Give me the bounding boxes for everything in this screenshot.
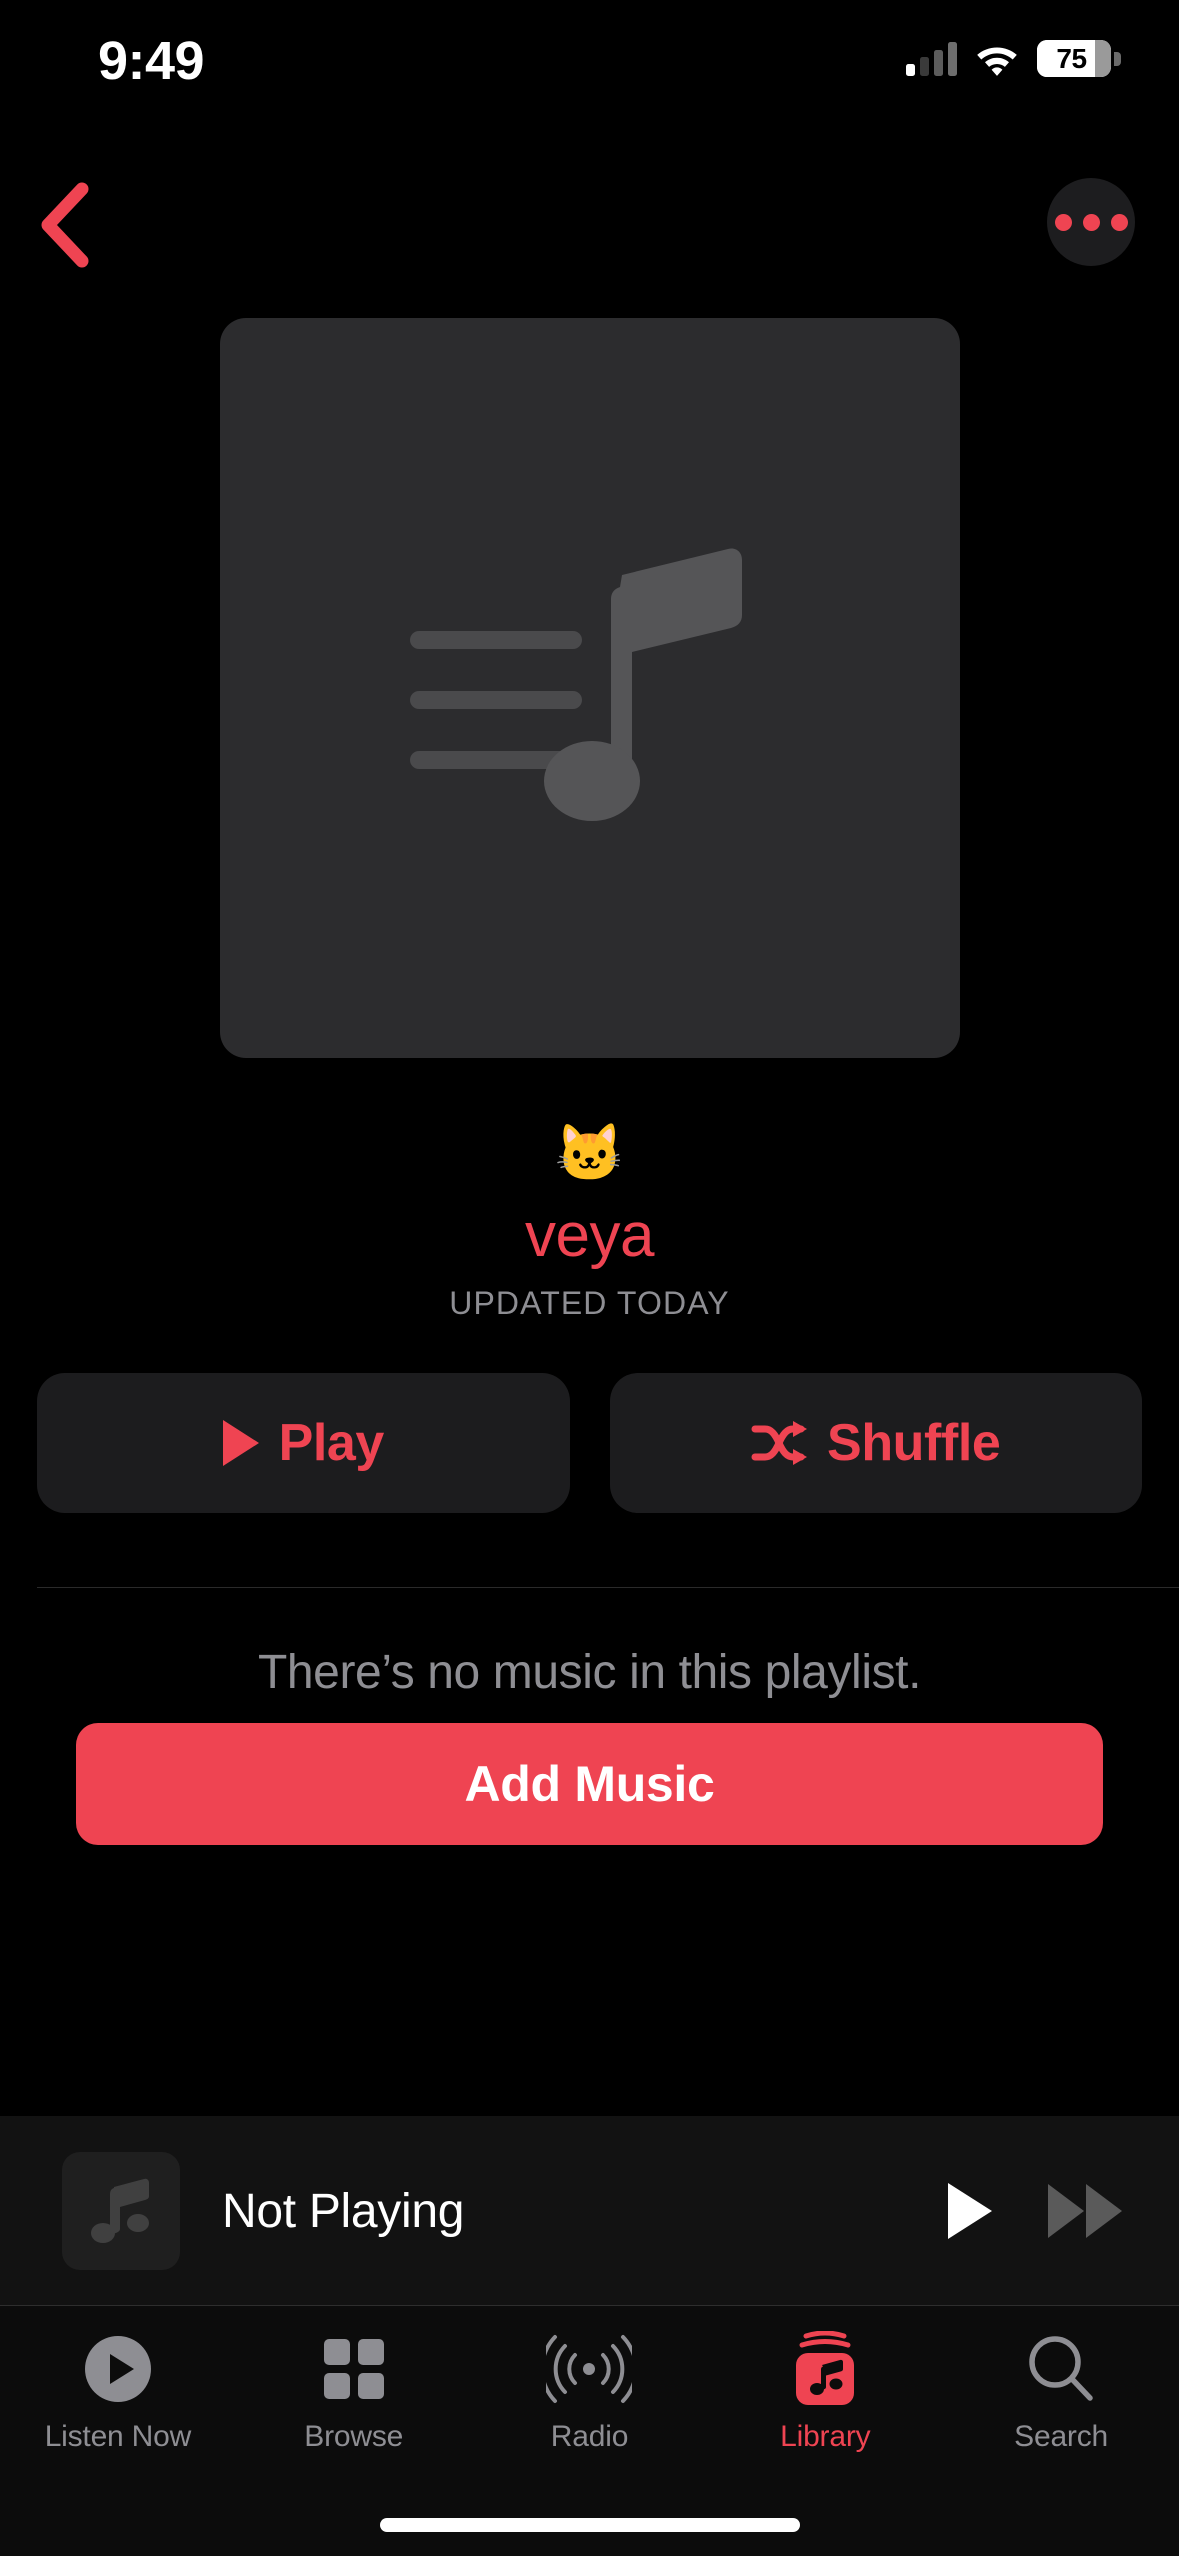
tab-label: Browse <box>304 2420 404 2453</box>
ellipsis-dot <box>1110 213 1128 231</box>
grid-squares-icon <box>322 2330 386 2408</box>
empty-playlist-message: There’s no music in this playlist. <box>257 1646 922 1699</box>
tab-label: Radio <box>550 2420 629 2453</box>
mini-player-forward-button[interactable] <box>1025 2156 1145 2266</box>
more-options-button[interactable] <box>1047 178 1135 266</box>
status-bar-time: 9:49 <box>98 31 205 91</box>
app-screen: 9:49 75 🐱 veya UPDATED TODAY Play Shuffl… <box>0 0 1179 2556</box>
tab-listen-now[interactable]: Listen Now <box>0 2306 236 2476</box>
playlist-updated-label: UPDATED TODAY <box>449 1285 730 1321</box>
mini-player-play-button[interactable] <box>915 2156 1025 2266</box>
tab-label: Search <box>1014 2420 1109 2453</box>
tab-label: Listen Now <box>44 2420 192 2453</box>
play-button[interactable]: Play <box>37 1373 570 1513</box>
playlist-emoji: 🐱 <box>554 1121 625 1184</box>
playlist-music-note-icon <box>410 548 742 821</box>
cellular-bars-icon <box>906 41 957 76</box>
section-divider <box>37 1587 1179 1588</box>
play-circle-icon <box>82 2330 154 2408</box>
mini-player[interactable]: Not Playing <box>0 2116 1179 2306</box>
mini-player-title: Not Playing <box>222 2184 465 2238</box>
magnifier-icon <box>1026 2330 1096 2408</box>
tab-library[interactable]: Library <box>707 2306 943 2476</box>
navigation-bar <box>0 160 1179 300</box>
chevron-left-icon <box>41 182 89 268</box>
radio-waves-icon <box>546 2330 633 2408</box>
tab-label: Library <box>780 2420 871 2453</box>
music-note-icon <box>91 2178 149 2243</box>
battery-icon: 75 <box>1037 40 1121 77</box>
ellipsis-dot <box>1054 213 1072 231</box>
tab-radio[interactable]: Radio <box>472 2306 708 2476</box>
status-bar-indicators: 75 <box>906 40 1121 77</box>
back-button[interactable] <box>10 160 120 290</box>
tab-browse[interactable]: Browse <box>236 2306 472 2476</box>
add-music-button[interactable]: Add Music <box>76 1723 1103 1845</box>
play-icon <box>948 2183 992 2239</box>
battery-percent: 75 <box>1056 42 1087 74</box>
shuffle-button-label: Shuffle <box>827 1414 1001 1472</box>
mini-player-artwork <box>62 2152 180 2270</box>
playback-actions: Play Shuffle <box>37 1373 1142 1513</box>
playlist-artwork[interactable] <box>220 318 960 1058</box>
library-books-icon <box>792 2330 858 2408</box>
tab-search[interactable]: Search <box>943 2306 1179 2476</box>
status-bar: 9:49 75 <box>0 0 1179 130</box>
shuffle-button[interactable]: Shuffle <box>609 1373 1142 1513</box>
fast-forward-icon <box>1048 2184 1122 2238</box>
shuffle-arrows-icon <box>751 1421 808 1465</box>
ellipsis-dot <box>1082 213 1100 231</box>
playlist-title: veya <box>525 1201 654 1270</box>
play-button-label: Play <box>278 1414 385 1472</box>
home-indicator <box>379 2518 800 2532</box>
wifi-icon <box>977 47 1017 76</box>
play-triangle-icon <box>222 1420 259 1466</box>
